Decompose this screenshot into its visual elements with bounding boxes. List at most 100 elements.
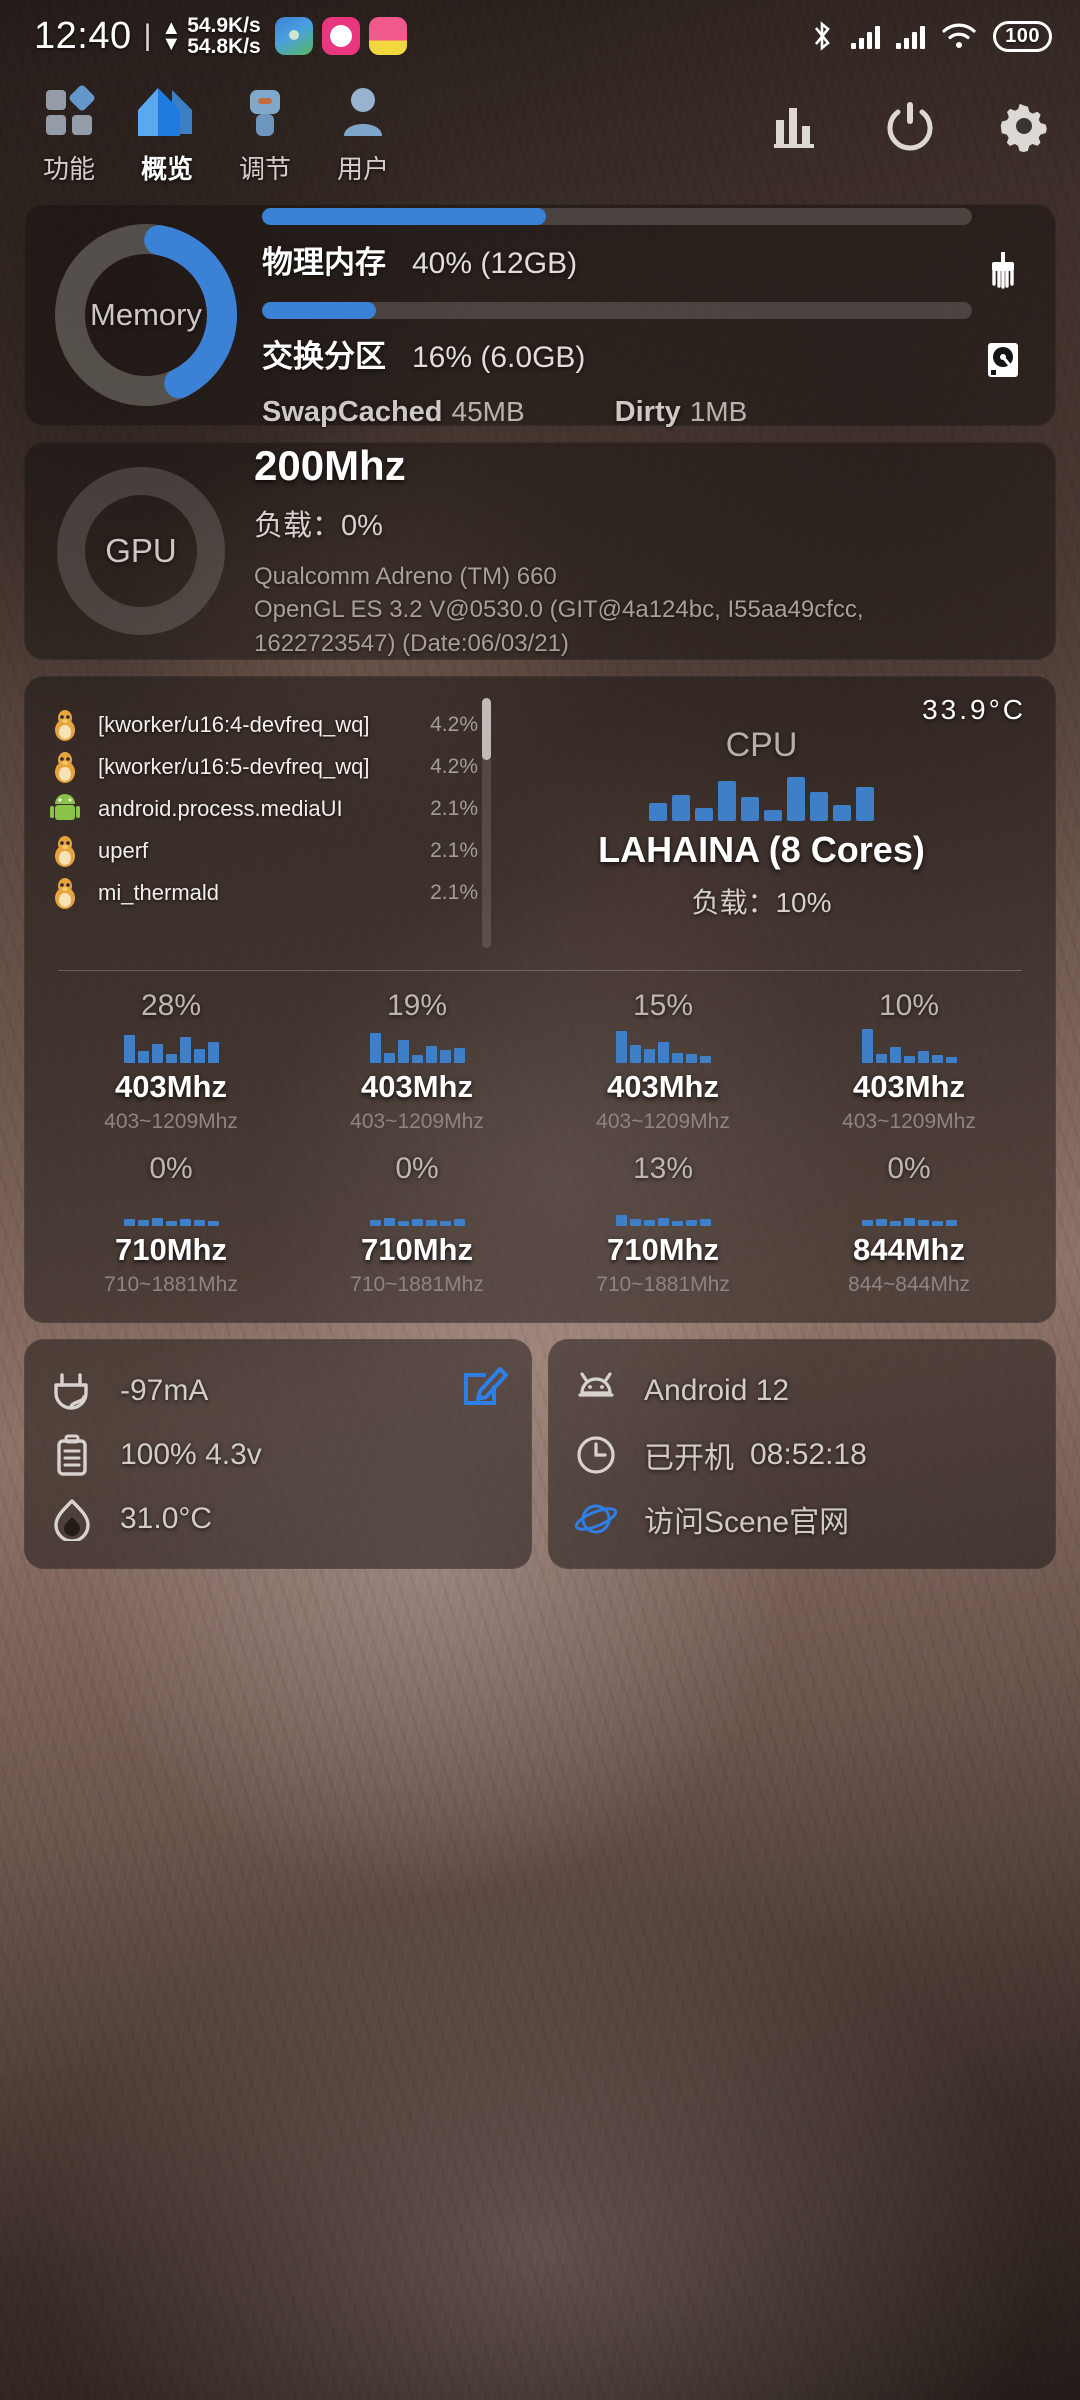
process-row[interactable]: [kworker/u16:5-devfreq_wq] 4.2% bbox=[48, 746, 478, 788]
grapefruit-app-icon bbox=[368, 17, 407, 55]
bar-chart-icon[interactable] bbox=[770, 100, 822, 152]
core-range: 403~1209Mhz bbox=[350, 1110, 484, 1133]
core-frequency: 710Mhz bbox=[115, 1232, 227, 1267]
cpu-core: 0% 844Mhz 844~844Mhz bbox=[786, 1152, 1032, 1297]
grid-squares-icon bbox=[38, 84, 100, 142]
battery-clipboard-icon bbox=[57, 1434, 87, 1476]
battery-temperature-value: 31.0°C bbox=[120, 1502, 213, 1535]
memory-footer-stats: SwapCached 45MB Dirty 1MB bbox=[262, 396, 972, 429]
battery-current-value: -97mA bbox=[120, 1374, 209, 1407]
gear-icon[interactable] bbox=[998, 100, 1050, 152]
download-speed: 54.8K/s bbox=[187, 35, 261, 58]
process-row[interactable]: android.process.mediaUI 2.1% bbox=[48, 788, 478, 830]
core-history-chart bbox=[369, 1027, 465, 1063]
cpu-load: 负载：10% bbox=[691, 886, 832, 918]
core-history-chart bbox=[123, 1027, 219, 1063]
signal-bars-icon-1 bbox=[851, 23, 881, 49]
cpu-summary: 33.9°C CPU LAHAINA (8 Cores) 负载：10% bbox=[491, 694, 1032, 948]
process-percent: 4.2% bbox=[430, 755, 478, 778]
gpu-description-line3: 1622723547) (Date:06/03/21) bbox=[254, 629, 569, 657]
swap-memory-bar bbox=[262, 301, 972, 319]
website-link-label[interactable]: 访问Scene官网 bbox=[644, 1497, 849, 1541]
swapcached-value: 45MB bbox=[451, 395, 525, 427]
core-history-chart bbox=[615, 1190, 711, 1226]
core-history-chart bbox=[861, 1190, 957, 1226]
harddisk-icon[interactable] bbox=[983, 340, 1023, 380]
cpu-watermark-label: CPU bbox=[725, 725, 798, 764]
gpu-card[interactable]: GPU 200Mhz 负载：0% Qualcomm Adreno (TM) 66… bbox=[24, 442, 1056, 660]
status-app-icons bbox=[274, 17, 407, 55]
cards-container: Memory 物理内存 40% (12GB) 交换分区 16% (6.0GB) bbox=[0, 204, 1080, 1323]
core-percent: 0% bbox=[887, 1152, 931, 1185]
core-percent: 15% bbox=[632, 989, 694, 1022]
os-version-value: Android 12 bbox=[644, 1374, 790, 1407]
swap-memory-row: 交换分区 16% (6.0GB) bbox=[262, 331, 972, 376]
process-percent: 2.1% bbox=[430, 881, 478, 904]
memory-card[interactable]: Memory 物理内存 40% (12GB) 交换分区 16% (6.0GB) bbox=[24, 202, 1056, 429]
process-row[interactable]: mi_thermald 2.1% bbox=[48, 872, 478, 914]
process-row[interactable]: uperf 2.1% bbox=[48, 830, 478, 872]
cpu-core: 10% 403Mhz 403~1209Mhz bbox=[786, 989, 1032, 1134]
process-list-scrollbar[interactable] bbox=[482, 698, 491, 948]
swap-memory-bar-fill bbox=[262, 301, 376, 319]
process-percent: 2.1% bbox=[430, 839, 478, 862]
website-row[interactable]: 访问Scene官网 bbox=[574, 1493, 1030, 1545]
core-percent: 19% bbox=[386, 989, 448, 1022]
tab-functions[interactable]: 功能 bbox=[22, 84, 116, 186]
linux-penguin-icon bbox=[55, 878, 75, 909]
dirty-stat: Dirty 1MB bbox=[615, 396, 748, 429]
brush-icon[interactable] bbox=[983, 250, 1023, 290]
dirty-label: Dirty bbox=[614, 395, 681, 428]
core-range: 710~1881Mhz bbox=[596, 1273, 730, 1296]
memory-ring-label: Memory bbox=[90, 297, 202, 332]
tune-icon bbox=[234, 84, 296, 142]
core-percent: 13% bbox=[632, 1152, 694, 1185]
edit-pencil-icon[interactable] bbox=[460, 1361, 508, 1409]
toolbar-icons bbox=[770, 84, 1050, 152]
gpu-frequency: 200Mhz bbox=[254, 442, 406, 490]
tab-tune-label: 调节 bbox=[238, 154, 291, 184]
battery-card[interactable]: -97mA 100% 4.3v 31.0°C bbox=[24, 1339, 532, 1569]
core-history-chart bbox=[369, 1190, 465, 1226]
process-percent: 2.1% bbox=[430, 797, 478, 820]
linux-penguin-icon bbox=[55, 752, 75, 783]
core-range: 403~1209Mhz bbox=[842, 1110, 976, 1133]
clock-icon bbox=[577, 1436, 615, 1474]
memory-action-icons bbox=[972, 250, 1034, 380]
map-app-icon bbox=[274, 17, 313, 55]
swapcached-label: SwapCached bbox=[262, 395, 443, 428]
speed-values: 54.9K/s 54.8K/s bbox=[187, 14, 261, 58]
cpu-card[interactable]: [kworker/u16:4-devfreq_wq] 4.2% [kworker… bbox=[24, 676, 1056, 1323]
status-bar: 12:40 | ▲ ▼ 54.9K/s 54.8K/s 100 bbox=[0, 0, 1080, 72]
cpu-model-name: LAHAINA (8 Cores) bbox=[598, 828, 925, 870]
status-separator: | bbox=[143, 19, 152, 52]
home-icon bbox=[136, 84, 198, 142]
scrollbar-thumb[interactable] bbox=[482, 698, 491, 760]
process-name: [kworker/u16:4-devfreq_wq] bbox=[98, 712, 370, 737]
memory-ring-gauge: Memory bbox=[46, 215, 246, 415]
swap-memory-label: 交换分区 bbox=[262, 338, 386, 374]
tab-tune[interactable]: 调节 bbox=[218, 84, 312, 186]
process-row[interactable]: [kworker/u16:4-devfreq_wq] 4.2% bbox=[48, 704, 478, 746]
core-frequency: 710Mhz bbox=[361, 1232, 473, 1267]
battery-current-row: -97mA bbox=[50, 1365, 506, 1417]
core-frequency: 403Mhz bbox=[607, 1069, 719, 1104]
cpu-core-grid: 28% 403Mhz 403~1209Mhz 19% 403Mhz 403~12… bbox=[48, 989, 1032, 1297]
android-head-icon bbox=[578, 1372, 614, 1397]
core-history-chart bbox=[123, 1190, 219, 1226]
speed-arrows: ▲ ▼ bbox=[161, 17, 181, 54]
power-icon[interactable] bbox=[884, 100, 936, 152]
process-list[interactable]: [kworker/u16:4-devfreq_wq] 4.2% [kworker… bbox=[48, 698, 478, 948]
cpu-core: 0% 710Mhz 710~1881Mhz bbox=[48, 1152, 294, 1297]
tab-overview-label: 概览 bbox=[140, 154, 193, 184]
tab-bar: 功能 概览 调节 用户 bbox=[22, 84, 410, 186]
system-card[interactable]: Android 12 已开机 08:52:18 访问Scene官网 bbox=[548, 1339, 1056, 1569]
gpu-ring-gauge: GPU bbox=[46, 456, 236, 646]
tab-functions-label: 功能 bbox=[42, 154, 95, 184]
tab-user[interactable]: 用户 bbox=[316, 84, 410, 186]
tab-overview[interactable]: 概览 bbox=[120, 84, 214, 186]
cpu-divider bbox=[58, 970, 1022, 971]
physical-memory-label: 物理内存 bbox=[262, 244, 386, 280]
memory-details: 物理内存 40% (12GB) 交换分区 16% (6.0GB) SwapCac… bbox=[246, 202, 972, 429]
core-percent: 28% bbox=[140, 989, 202, 1022]
